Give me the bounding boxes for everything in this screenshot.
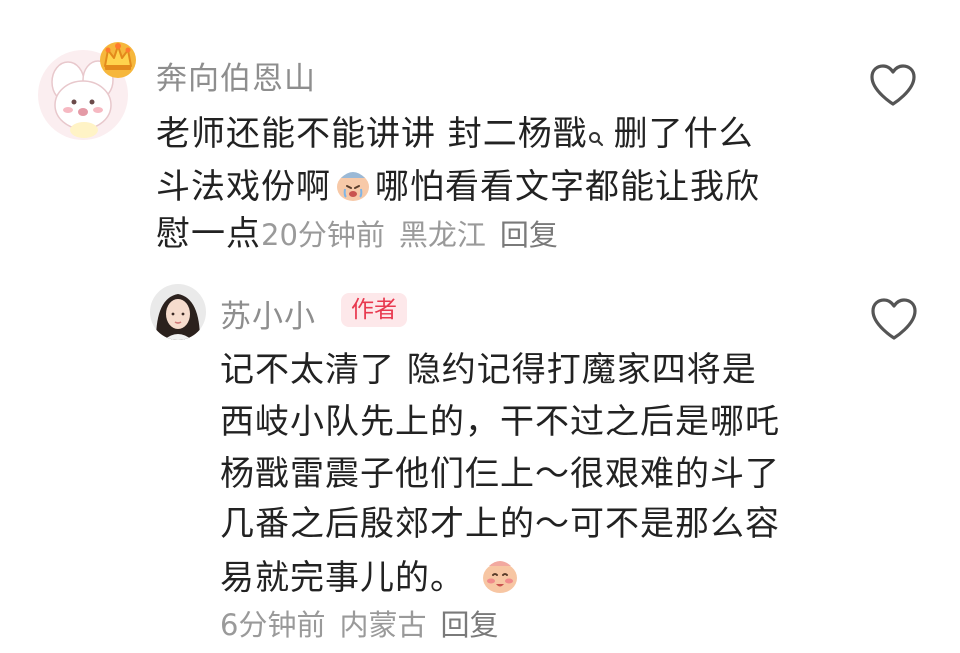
comment-meta: 6分钟前 内蒙古 回复 <box>220 607 498 643</box>
comment-thread: 奔向伯恩山 老师还能不能讲讲 封二杨戬 删了什么 斗法戏份啊 哪怕看看文字都能让… <box>0 0 960 653</box>
comment-text-line: 杨戬雷震子他们仨上～很艰难的斗了 <box>220 454 780 494</box>
comment-location: 内蒙古 <box>339 608 427 642</box>
comment-text: 慰一点 <box>156 214 261 254</box>
reply-button[interactable]: 回复 <box>440 608 498 642</box>
comment-text: 斗法戏份啊 <box>156 167 331 207</box>
comment-text-line: 记不太清了 隐约记得打魔家四将是 <box>220 350 757 390</box>
comment-text-line: 易就完事儿的。 <box>220 554 521 605</box>
crown-icon <box>100 42 136 78</box>
blushing-face-emoji <box>479 554 521 605</box>
woman-portrait-icon <box>150 284 206 340</box>
comment-text-line: 西岐小队先上的，干不过之后是哪吒 <box>220 402 780 442</box>
comment-text-line: 老师还能不能讲讲 封二杨戬 删了什么 <box>156 114 754 154</box>
search-icon[interactable] <box>588 116 603 147</box>
comment-text-line: 慰一点20分钟前 黑龙江 回复 <box>156 214 558 255</box>
comment-timestamp: 6分钟前 <box>220 608 326 642</box>
reply-button[interactable]: 回复 <box>500 218 558 252</box>
comment-text: 哪怕看看文字都能让我欣 <box>375 167 760 207</box>
comment-username[interactable]: 奔向伯恩山 <box>156 53 316 98</box>
comment-text: 删了什么 <box>601 114 754 154</box>
comment-location: 黑龙江 <box>398 218 486 252</box>
author-badge: 作者 <box>341 293 407 327</box>
heart-outline-icon[interactable] <box>869 296 919 342</box>
crying-face-emoji <box>333 164 373 213</box>
comment-text-line: 斗法戏份啊 哪怕看看文字都能让我欣 <box>156 164 760 213</box>
comment-text-line: 几番之后殷郊才上的～可不是那么容 <box>220 504 780 544</box>
heart-outline-icon[interactable] <box>868 62 918 108</box>
avatar[interactable] <box>150 284 206 340</box>
comment-username[interactable]: 苏小小 <box>220 291 316 336</box>
comment-text: 易就完事儿的。 <box>220 558 465 598</box>
comment-text: 老师还能不能讲讲 封二杨戬 <box>156 114 588 154</box>
comment-timestamp: 20分钟前 <box>261 218 385 252</box>
